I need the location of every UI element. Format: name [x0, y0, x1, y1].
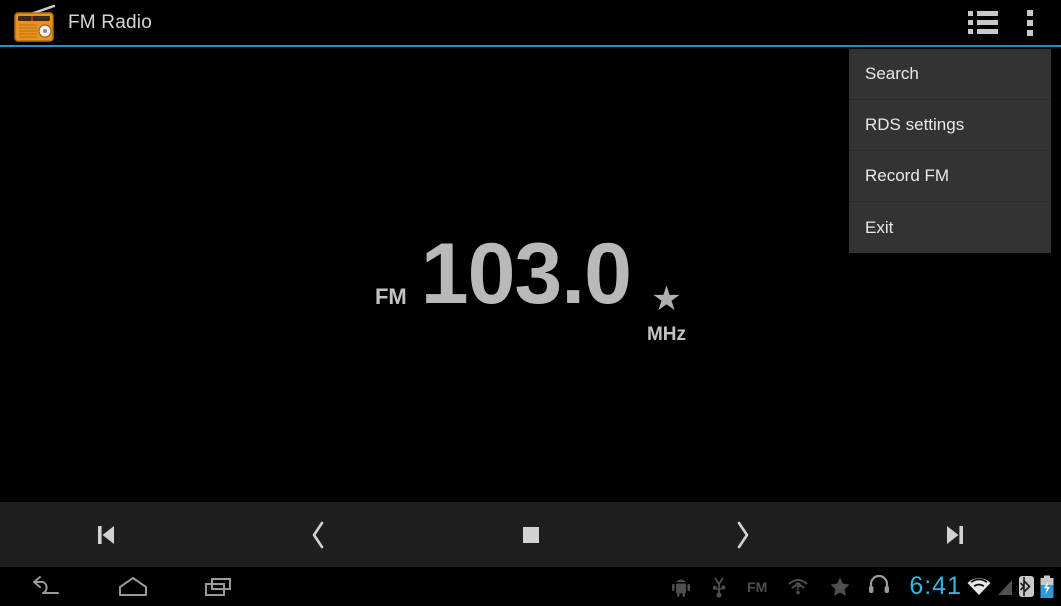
- android-debug-icon: [671, 576, 691, 598]
- recent-apps-icon: [205, 577, 231, 596]
- menu-item-search[interactable]: Search: [849, 49, 1051, 100]
- radio-icon: [12, 3, 58, 43]
- overflow-menu-icon[interactable]: [1005, 0, 1055, 45]
- list-icon[interactable]: [961, 0, 1005, 45]
- bluetooth-icon: [1018, 575, 1035, 598]
- overflow-menu: Search RDS settings Record FM Exit: [849, 49, 1051, 253]
- star-icon[interactable]: ★: [651, 282, 681, 316]
- system-navigation-bar: FM ? 6:41: [0, 567, 1061, 606]
- fm-radio-app-screen: FM Radio Search RDS settings Record FM E…: [0, 0, 1061, 606]
- fm-text-icon: FM: [747, 578, 768, 595]
- system-status-icon-group: [966, 575, 1055, 599]
- tune-down-button[interactable]: [212, 502, 424, 567]
- wifi-question-icon: ?: [787, 578, 809, 596]
- home-icon: [119, 576, 147, 596]
- band-label: FM: [374, 284, 407, 309]
- headphones-icon: [851, 573, 891, 600]
- menu-item-rds-settings[interactable]: RDS settings: [849, 100, 1051, 151]
- status-clock: 6:41: [909, 572, 962, 600]
- action-bar: FM Radio: [0, 0, 1061, 47]
- page-title: FM Radio: [68, 11, 152, 33]
- back-button[interactable]: [26, 571, 68, 603]
- menu-item-label: Search: [865, 64, 919, 83]
- fm-notification-icon: FM: [747, 579, 767, 595]
- skip-previous-icon: [98, 525, 115, 544]
- frequency-side-group: ★ MHz: [647, 282, 686, 346]
- usb-icon: [711, 576, 727, 598]
- back-arrow-icon: [33, 575, 59, 594]
- chevron-left-icon: [312, 521, 324, 548]
- menu-item-label: RDS settings: [865, 115, 965, 134]
- menu-item-record-fm[interactable]: Record FM: [849, 151, 1051, 202]
- menu-item-label: Exit: [865, 217, 894, 237]
- next-station-button[interactable]: [849, 502, 1061, 567]
- wifi-icon: [966, 576, 992, 598]
- frequency-unit: MHz: [646, 324, 687, 345]
- frequency-value[interactable]: 103.0: [421, 231, 632, 317]
- menu-item-label: Record FM: [865, 166, 950, 185]
- previous-station-button[interactable]: [0, 502, 212, 567]
- tune-up-button[interactable]: [637, 502, 849, 567]
- skip-next-icon: [946, 525, 963, 544]
- chevron-right-icon: [737, 521, 749, 548]
- notification-icon-group: FM ?: [671, 576, 851, 598]
- battery-charging-icon: [1039, 575, 1055, 599]
- home-button[interactable]: [112, 571, 154, 603]
- stop-button[interactable]: [424, 502, 636, 567]
- cell-signal-icon: [996, 576, 1014, 598]
- stop-icon: [522, 526, 539, 543]
- playback-control-bar: [0, 502, 1061, 567]
- star-notification-icon: [829, 576, 851, 598]
- svg-text:?: ?: [795, 581, 802, 593]
- nav-key-group: [26, 571, 240, 603]
- menu-item-exit[interactable]: Exit: [849, 202, 1051, 253]
- recents-button[interactable]: [198, 571, 240, 603]
